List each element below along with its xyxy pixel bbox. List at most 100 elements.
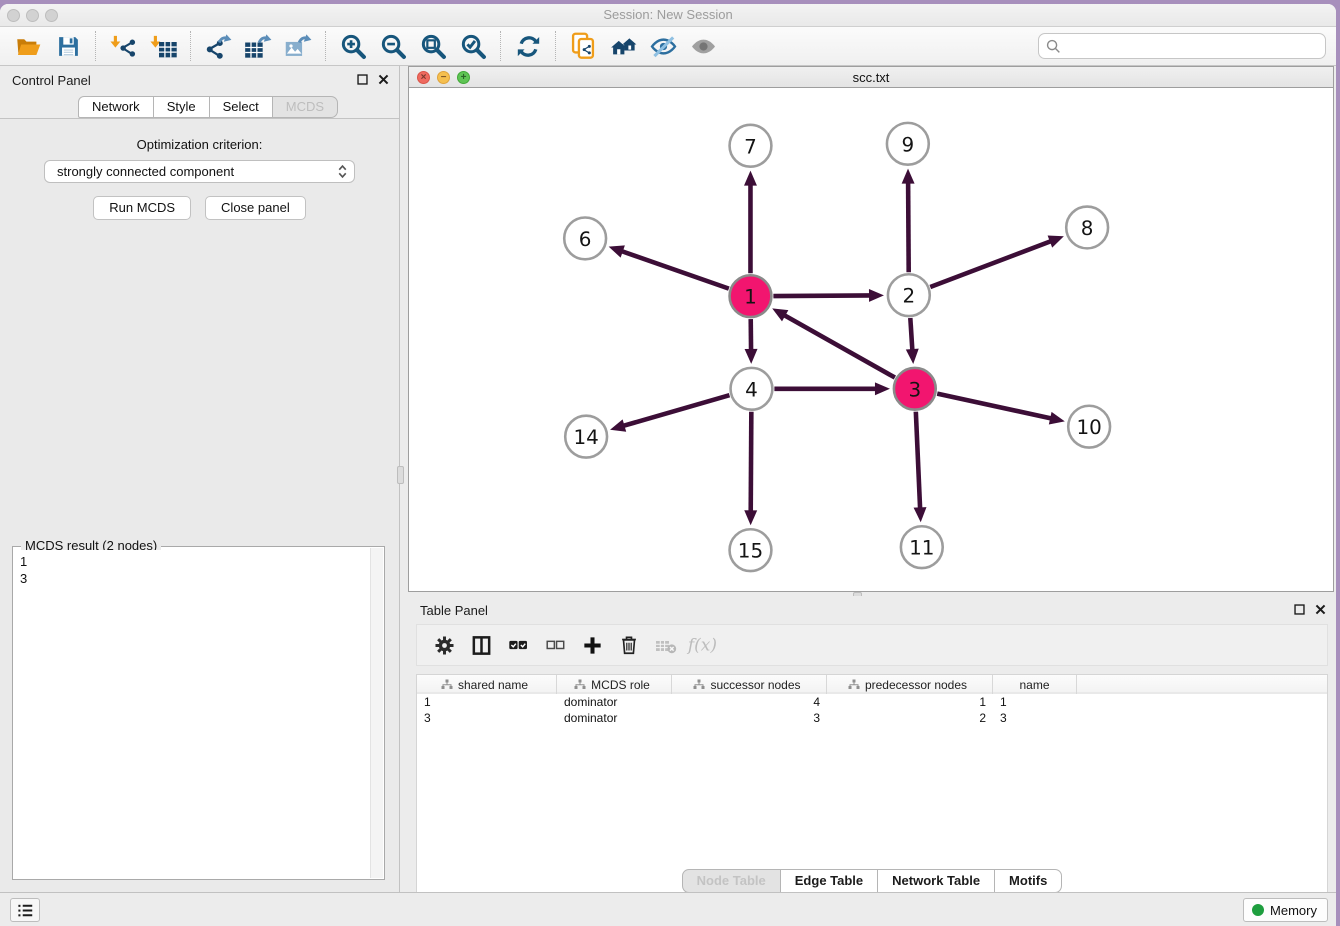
- search-field[interactable]: [1038, 33, 1326, 59]
- graph-edge-3-11[interactable]: [916, 412, 920, 510]
- tab-style[interactable]: Style: [154, 96, 210, 118]
- network-canvas[interactable]: 7968124314101511: [408, 88, 1334, 592]
- tab-network[interactable]: Network: [78, 96, 154, 118]
- graph-edge-3-1[interactable]: [783, 315, 894, 378]
- unselect-all-rows-button[interactable]: [538, 629, 572, 661]
- import-table-button[interactable]: [145, 30, 181, 62]
- table-cell[interactable]: 3: [672, 710, 827, 726]
- column-header-label: name: [1019, 678, 1049, 692]
- graph-edge-2-3[interactable]: [910, 318, 912, 351]
- column-header-shared-name[interactable]: shared name: [417, 675, 557, 694]
- column-header-label: MCDS role: [591, 678, 650, 692]
- graph-edge-arrowhead: [902, 169, 915, 184]
- table-header-row: shared name MCDS role successor nodesprede…: [417, 675, 1327, 694]
- control-panel-title: Control Panel: [12, 73, 91, 88]
- delete-column-button[interactable]: [612, 629, 646, 661]
- result-scrollbar[interactable]: [370, 548, 383, 878]
- table-cell[interactable]: 4: [672, 694, 827, 710]
- close-panel-button[interactable]: Close panel: [205, 196, 306, 220]
- graph-node-label-1: 1: [744, 286, 757, 309]
- column-header-name[interactable]: name: [993, 675, 1077, 694]
- column-type-icon: [848, 679, 860, 690]
- column-type-icon: [693, 679, 705, 690]
- zoom-in-button[interactable]: [335, 30, 371, 62]
- float-table-panel-icon[interactable]: [1292, 602, 1307, 617]
- table-panel-title: Table Panel: [420, 603, 488, 618]
- vertical-splitter-handle[interactable]: [397, 466, 404, 484]
- mcds-result-list[interactable]: 13: [16, 550, 368, 876]
- task-history-button[interactable]: [10, 898, 40, 922]
- duplicate-network-button[interactable]: [565, 30, 601, 62]
- table-cell[interactable]: 3: [417, 710, 557, 726]
- graph-edge-2-9[interactable]: [908, 182, 909, 273]
- table-cell[interactable]: dominator: [557, 710, 672, 726]
- network-window-titlebar[interactable]: × − + scc.txt: [408, 66, 1334, 88]
- tab-mcds[interactable]: MCDS: [273, 96, 338, 118]
- apply-layout-button[interactable]: [510, 30, 546, 62]
- mcds-result-group: MCDS result (2 nodes) 13: [12, 546, 385, 880]
- toolbar-separator: [190, 31, 191, 61]
- svg-text:f(x): f(x): [686, 636, 717, 656]
- graph-edge-arrowhead: [906, 349, 919, 364]
- function-builder-button[interactable]: f(x): [686, 629, 720, 661]
- graph-edge-4-14[interactable]: [622, 395, 729, 426]
- graph-edge-arrowhead: [914, 507, 927, 522]
- tab-network-table[interactable]: Network Table: [878, 869, 995, 893]
- table-cell[interactable]: dominator: [557, 694, 672, 710]
- memory-button[interactable]: Memory: [1243, 898, 1328, 922]
- window-title: Session: New Session: [0, 7, 1336, 22]
- table-cell[interactable]: 3: [993, 710, 1077, 726]
- delete-table-button[interactable]: [649, 629, 683, 661]
- tab-edge-table[interactable]: Edge Table: [781, 869, 878, 893]
- mcds-result-line: 3: [20, 570, 364, 587]
- column-header-mcds-role[interactable]: MCDS role: [557, 675, 672, 694]
- graph-node-label-2: 2: [903, 285, 916, 308]
- save-session-button[interactable]: [50, 30, 86, 62]
- table-row[interactable]: 1dominator411: [417, 694, 1327, 710]
- select-chevrons-icon: [336, 163, 349, 180]
- run-mcds-button[interactable]: Run MCDS: [93, 196, 191, 220]
- import-network-button[interactable]: [105, 30, 141, 62]
- graph-node-label-7: 7: [744, 135, 757, 158]
- add-column-button[interactable]: [575, 629, 609, 661]
- application-window: Session: New Session Control Panel Netwo…: [0, 4, 1336, 926]
- column-header-successor-nodes[interactable]: successor nodes: [672, 675, 827, 694]
- graph-edge-3-10[interactable]: [937, 394, 1052, 419]
- export-table-button[interactable]: [240, 30, 276, 62]
- graph-edge-4-15[interactable]: [751, 412, 752, 513]
- table-cell[interactable]: 1: [827, 694, 993, 710]
- search-input[interactable]: [1062, 36, 1325, 56]
- graph-edge-1-2[interactable]: [773, 295, 871, 296]
- graph-node-label-4: 4: [745, 378, 758, 401]
- float-panel-icon[interactable]: [355, 72, 370, 87]
- first-neighbors-button[interactable]: [605, 30, 641, 62]
- hide-selected-button[interactable]: [645, 30, 681, 62]
- tab-motifs[interactable]: Motifs: [995, 869, 1062, 893]
- show-all-button[interactable]: [685, 30, 721, 62]
- export-network-button[interactable]: [200, 30, 236, 62]
- toolbar-separator: [95, 31, 96, 61]
- zoom-selected-button[interactable]: [455, 30, 491, 62]
- column-header-predecessor-nodes[interactable]: predecessor nodes: [827, 675, 993, 694]
- toggle-columns-button[interactable]: [464, 629, 498, 661]
- export-image-button[interactable]: [280, 30, 316, 62]
- zoom-fit-button[interactable]: [415, 30, 451, 62]
- open-file-button[interactable]: [10, 30, 46, 62]
- table-cell[interactable]: 1: [417, 694, 557, 710]
- zoom-out-button[interactable]: [375, 30, 411, 62]
- table-cell[interactable]: 2: [827, 710, 993, 726]
- column-type-icon: [441, 679, 453, 690]
- close-table-panel-icon[interactable]: [1313, 602, 1328, 617]
- graph-edge-1-6[interactable]: [621, 251, 729, 289]
- network-graph[interactable]: 7968124314101511: [409, 88, 1333, 590]
- tab-select[interactable]: Select: [210, 96, 273, 118]
- table-cell[interactable]: 1: [993, 694, 1077, 710]
- table-settings-button[interactable]: [427, 629, 461, 661]
- select-all-rows-button[interactable]: [501, 629, 535, 661]
- search-icon: [1045, 38, 1062, 55]
- graph-edge-2-8[interactable]: [930, 241, 1051, 287]
- criterion-select[interactable]: strongly connected component: [44, 160, 355, 183]
- table-row[interactable]: 3dominator323: [417, 710, 1327, 726]
- tab-node-table[interactable]: Node Table: [682, 869, 781, 893]
- close-panel-icon[interactable]: [376, 72, 391, 87]
